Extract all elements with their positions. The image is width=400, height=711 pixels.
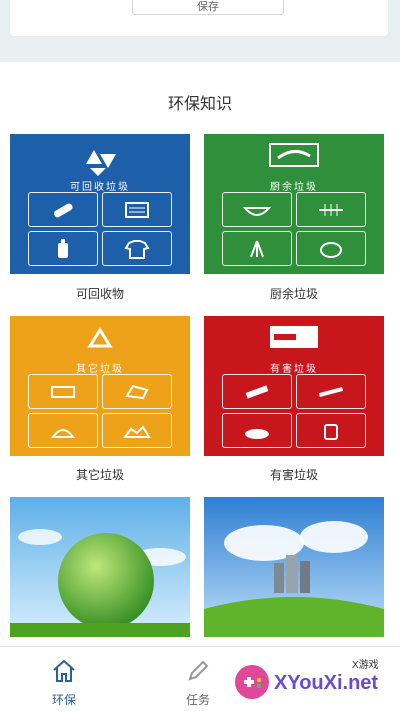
battery-icon xyxy=(222,374,292,409)
watermark-small-text: X游戏 xyxy=(352,660,379,671)
tile-kitchen[interactable]: 厨余垃圾 xyxy=(204,134,384,274)
site-watermark: X游戏 XYouXi.net xyxy=(230,652,400,710)
brick-icon xyxy=(28,374,98,409)
tile-item-grid xyxy=(222,192,366,266)
house-icon xyxy=(53,659,75,682)
section-title: 环保知识 xyxy=(167,94,232,113)
plastic-bottle-icon xyxy=(28,231,98,266)
shirt-icon xyxy=(102,231,172,266)
other-waste-icon xyxy=(87,327,113,348)
rubble-icon xyxy=(102,413,172,448)
tile-caption: 有害垃圾 xyxy=(269,468,318,482)
hazardous-waste-icon xyxy=(270,326,318,348)
tile-item-grid xyxy=(222,374,366,448)
city-photo[interactable] xyxy=(204,497,384,637)
bowl-icon xyxy=(222,192,292,227)
tile-recyclable[interactable]: 可回收垃圾 xyxy=(10,134,190,274)
tile-heading: 其它垃圾 xyxy=(76,364,124,375)
gamepad-logo-icon xyxy=(235,665,269,699)
tile-heading: 有害垃圾 xyxy=(270,364,318,375)
top-card: 保存 xyxy=(0,0,400,62)
ceramic-icon xyxy=(28,413,98,448)
vegetable-icon xyxy=(296,231,366,266)
watermark-text: XYouXi.net xyxy=(274,672,379,694)
tile-caption: 可回收物 xyxy=(75,287,124,301)
tube-lamp-icon xyxy=(296,374,366,409)
tile-item-grid xyxy=(28,374,172,448)
banana-peel-icon xyxy=(222,231,292,266)
tile-other[interactable]: 其它垃圾 xyxy=(10,316,190,456)
shard-icon xyxy=(102,374,172,409)
earth-photo[interactable] xyxy=(10,497,190,637)
top-card-panel: 保存 xyxy=(10,0,388,36)
fish-bone-icon xyxy=(296,192,366,227)
top-card-button[interactable]: 保存 xyxy=(132,0,284,15)
tab-environment[interactable]: 环保 xyxy=(14,647,114,711)
powder-icon xyxy=(222,413,292,448)
tile-heading: 厨余垃圾 xyxy=(270,182,318,193)
medicine-jar-icon xyxy=(296,413,366,448)
newspaper-icon xyxy=(102,192,172,227)
tile-heading: 可回收垃圾 xyxy=(70,182,130,193)
kitchen-waste-icon xyxy=(269,143,319,167)
tab-label: 环保 xyxy=(51,693,76,707)
tile-caption: 其它垃圾 xyxy=(75,468,124,482)
tile-item-grid xyxy=(28,192,172,266)
tile-hazardous[interactable]: 有害垃圾 xyxy=(204,316,384,456)
recycle-icon xyxy=(86,150,116,176)
tile-caption: 厨余垃圾 xyxy=(269,287,318,301)
pencil-icon xyxy=(188,660,209,681)
bottle-icon xyxy=(28,192,98,227)
